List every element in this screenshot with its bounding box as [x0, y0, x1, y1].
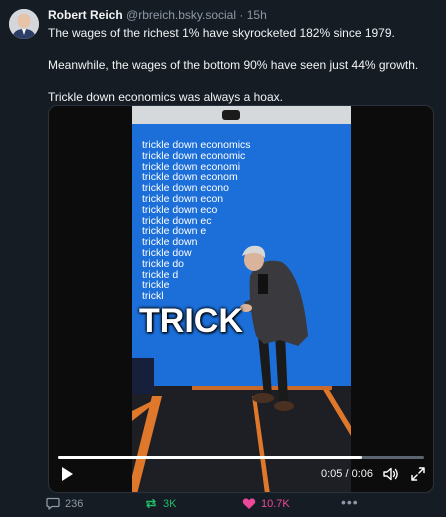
avatar-image [9, 9, 39, 39]
post-timestamp[interactable]: 15h [247, 8, 267, 22]
fullscreen-button[interactable] [411, 467, 425, 481]
overlay-line: trickl [142, 290, 164, 303]
like-button[interactable]: 10.7K [242, 497, 290, 510]
big-caption-word: TRICK [139, 302, 243, 340]
video-frame: trickle down economics trickle down econo… [132, 106, 351, 492]
video-player[interactable]: trickle down economics trickle down econo… [48, 105, 434, 493]
post-paragraph: Meanwhile, the wages of the bottom 90% h… [48, 58, 419, 72]
like-count: 10.7K [261, 497, 290, 510]
overlay-word-list: trickle down economics trickle down econo… [142, 140, 251, 302]
play-icon [62, 467, 73, 481]
time-display: 0:05 / 0:06 [321, 468, 373, 480]
fullscreen-icon [411, 467, 425, 481]
play-button[interactable] [58, 465, 76, 483]
reply-icon [46, 497, 60, 510]
more-icon: ••• [341, 494, 359, 510]
author-handle[interactable]: @rbreich.bsky.social [126, 8, 236, 22]
separator: · [239, 8, 244, 22]
post-actions: 236 3K 10.7K ••• [46, 494, 436, 515]
volume-button[interactable] [383, 467, 399, 481]
post-paragraph: Trickle down economics was always a hoax… [48, 90, 283, 104]
author-name[interactable]: Robert Reich [48, 8, 123, 22]
progress-fill [58, 456, 362, 459]
repost-count: 3K [163, 497, 177, 510]
overlay-line: trickle down economic [142, 149, 246, 162]
post-header: Robert Reich @rbreich.bsky.social · 15h [48, 8, 267, 22]
overlay-line: trickle do [142, 257, 185, 270]
reply-count: 236 [65, 497, 84, 510]
repost-button[interactable]: 3K [144, 497, 176, 510]
more-options-button[interactable]: ••• [341, 494, 359, 510]
progress-bar[interactable] [58, 456, 424, 459]
repost-icon [146, 498, 156, 509]
overlay-line: trickle down eco [142, 203, 218, 216]
video-controls: 0:05 / 0:06 [49, 456, 433, 492]
post-paragraph: The wages of the richest 1% have skyrock… [48, 26, 395, 40]
reply-button[interactable]: 236 [46, 497, 83, 510]
heart-icon [242, 498, 256, 509]
volume-icon [383, 467, 398, 481]
post-card: Robert Reich @rbreich.bsky.social · 15h … [0, 0, 446, 517]
avatar[interactable] [9, 9, 39, 39]
